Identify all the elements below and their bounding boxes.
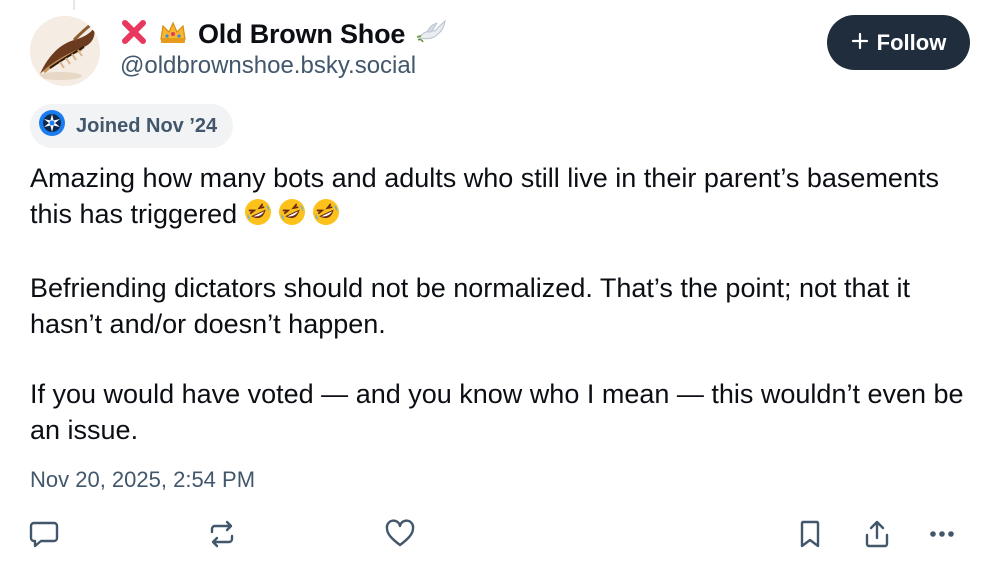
action-bar: [0, 512, 1000, 556]
rolling-on-floor-laughing-icon: [311, 197, 341, 236]
more-options-button[interactable]: [920, 512, 964, 556]
share-button[interactable]: [855, 512, 899, 556]
more-dots-icon: [926, 518, 958, 550]
post-paragraph: If you would have voted — and you know w…: [30, 379, 964, 445]
post-card: Old Brown Shoe @oldbrownshoe.bsky.social…: [0, 0, 1000, 570]
display-name: Old Brown Shoe: [198, 18, 406, 49]
rolling-on-floor-laughing-icon: [277, 197, 307, 236]
red-x-icon: [120, 18, 148, 51]
avatar-image: [30, 16, 100, 86]
heart-icon: [384, 518, 416, 550]
joined-badge[interactable]: Joined Nov ’24: [30, 104, 234, 148]
post-paragraph: Befriending dictators should not be norm…: [30, 273, 911, 339]
plus-icon: [851, 30, 869, 56]
author-handle[interactable]: @oldbrownshoe.bsky.social: [120, 52, 416, 80]
repost-button[interactable]: [200, 512, 244, 556]
post-text: Amazing how many bots and adults who sti…: [30, 160, 970, 482]
share-icon: [861, 518, 893, 550]
thread-line: [73, 0, 75, 10]
reply-button[interactable]: [22, 512, 66, 556]
like-button[interactable]: [378, 512, 422, 556]
avatar[interactable]: [30, 16, 100, 86]
crown-icon: [158, 19, 188, 50]
display-name-row[interactable]: Old Brown Shoe: [120, 16, 447, 52]
bookmark-button[interactable]: [788, 512, 832, 556]
post-timestamp[interactable]: Nov 20, 2025, 2:54 PM: [30, 467, 255, 493]
repost-icon: [206, 518, 238, 550]
joined-badge-label: Joined Nov ’24: [76, 114, 218, 137]
newcomer-badge-icon: [38, 109, 66, 143]
emoji-group: [243, 197, 341, 236]
dove-icon: [415, 18, 447, 51]
follow-button[interactable]: Follow: [827, 15, 970, 70]
follow-button-label: Follow: [876, 29, 947, 55]
post-paragraph-text: Amazing how many bots and adults who sti…: [30, 163, 939, 229]
reply-bubble-icon: [28, 518, 60, 550]
post-paragraph: Amazing how many bots and adults who sti…: [30, 160, 970, 236]
rolling-on-floor-laughing-icon: [243, 197, 273, 236]
bookmark-icon: [794, 518, 826, 550]
